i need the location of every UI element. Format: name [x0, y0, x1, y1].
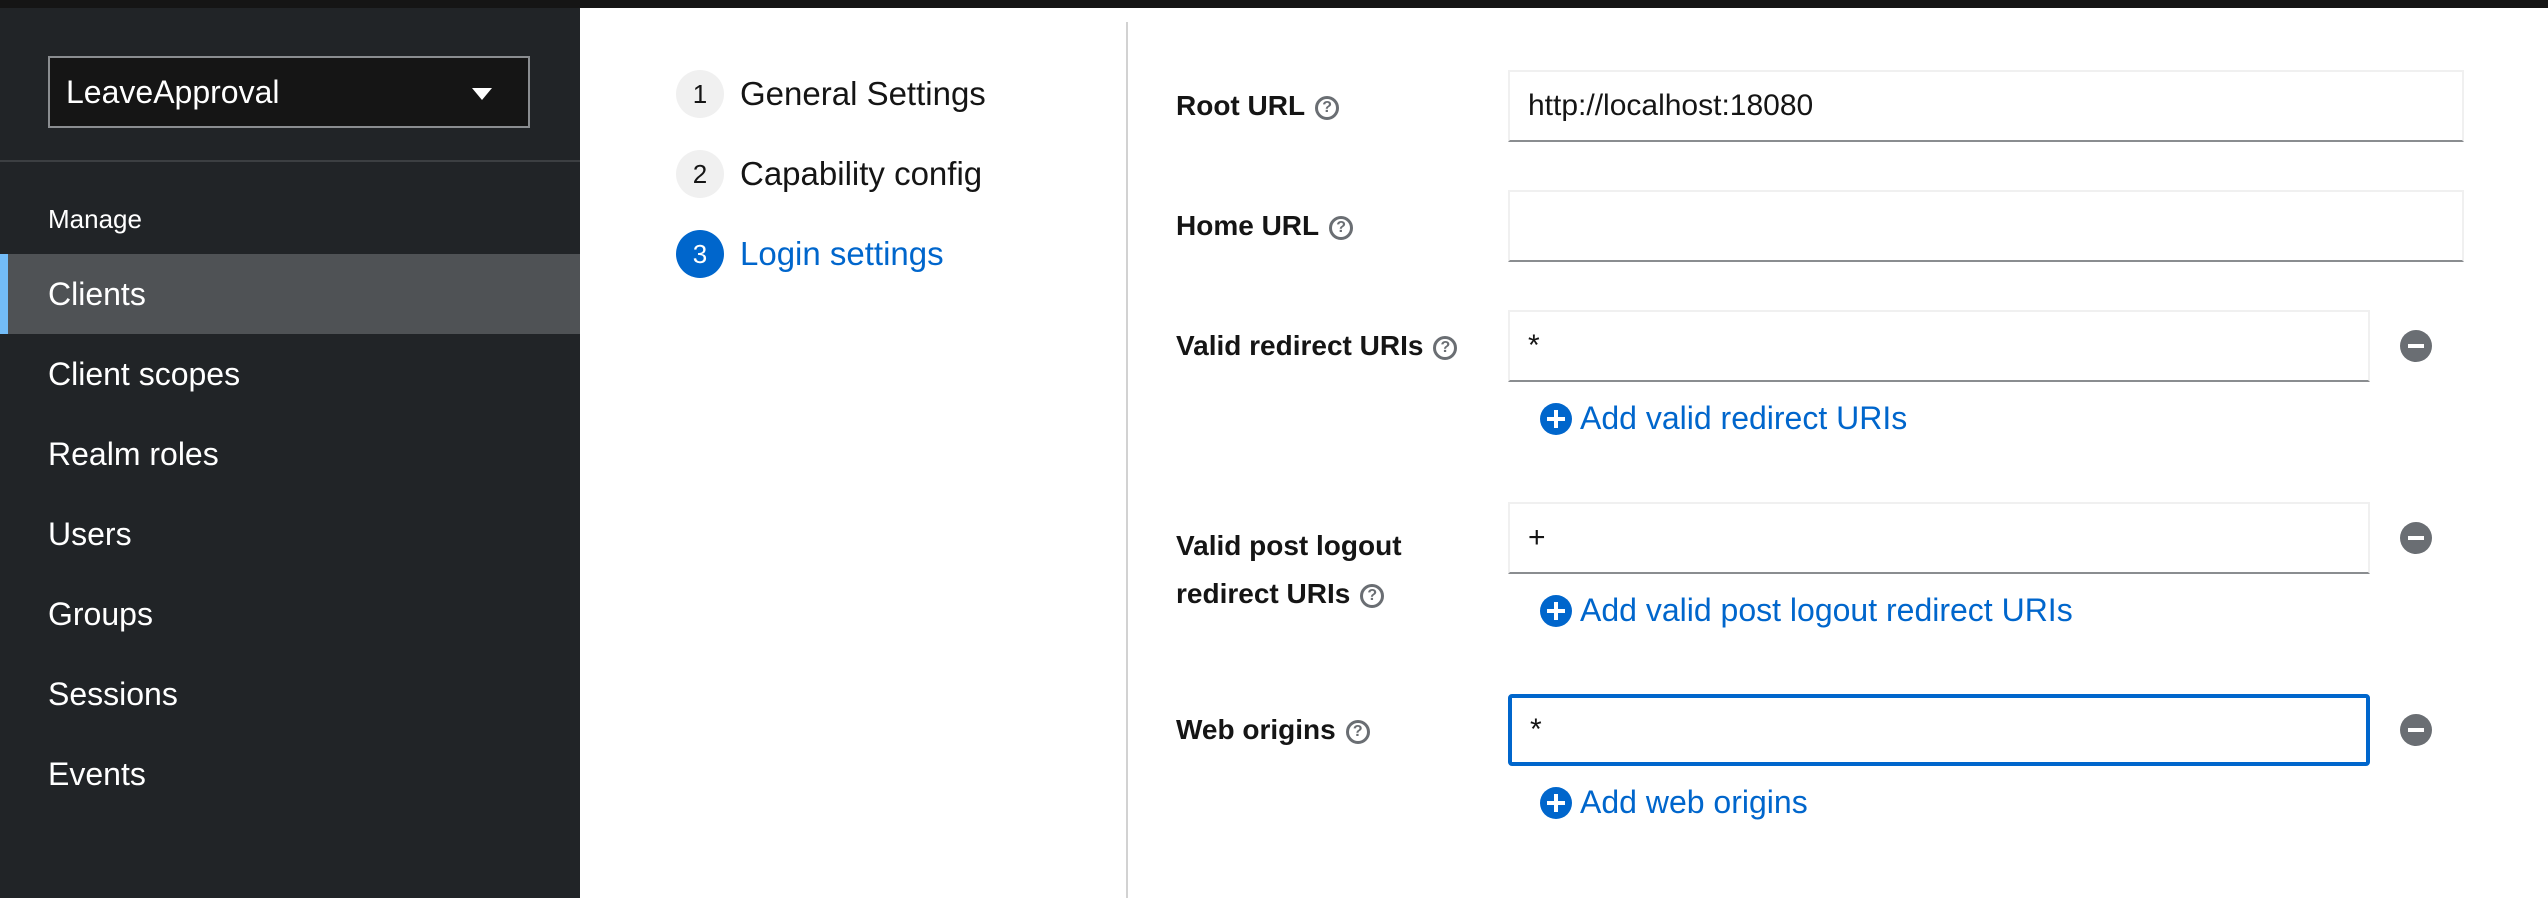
label-line: Valid post logout	[1176, 530, 1402, 561]
valid-post-logout-label: Valid post logout redirect URIs?	[1176, 522, 1402, 618]
valid-redirect-uris-label: Valid redirect URIs?	[1176, 330, 1458, 362]
help-icon[interactable]: ?	[1329, 215, 1354, 240]
help-icon[interactable]: ?	[1315, 95, 1340, 120]
web-origins-input[interactable]: *	[1508, 694, 2370, 766]
add-web-origins-link[interactable]: Add web origins	[1540, 784, 1808, 821]
sidebar-item-label: Realm roles	[48, 435, 219, 472]
web-origins-label-text: Web origins	[1176, 714, 1336, 745]
step-number: 1	[676, 70, 724, 118]
sidebar-item-sessions[interactable]: Sessions	[0, 654, 580, 734]
sidebar-item-groups[interactable]: Groups	[0, 574, 580, 654]
top-bar	[0, 0, 2548, 8]
sidebar-item-client-scopes[interactable]: Client scopes	[0, 334, 580, 414]
minus-circle-icon[interactable]	[2400, 714, 2432, 746]
root-url-label: Root URL?	[1176, 90, 1340, 122]
sidebar-item-label: Sessions	[48, 675, 178, 712]
sidebar-item-clients[interactable]: Clients	[0, 254, 580, 334]
add-link-label: Add web origins	[1580, 784, 1808, 820]
sidebar-item-label: Events	[48, 755, 146, 792]
sidebar: LeaveApproval Manage Clients Client scop…	[0, 8, 580, 898]
root-url-input[interactable]: http://localhost:18080	[1508, 70, 2464, 142]
plus-circle-icon	[1540, 786, 1572, 819]
home-url-label: Home URL?	[1176, 210, 1354, 242]
web-origins-value: *	[1530, 713, 1542, 746]
step-number: 3	[676, 230, 724, 278]
realm-name: LeaveApproval	[66, 73, 280, 110]
sidebar-divider	[0, 160, 580, 162]
label-line: redirect URIs	[1176, 578, 1351, 609]
wizard-divider	[1126, 22, 1128, 898]
sidebar-item-users[interactable]: Users	[0, 494, 580, 574]
help-icon[interactable]: ?	[1360, 583, 1385, 608]
minus-circle-icon[interactable]	[2400, 330, 2432, 362]
step-label: Login settings	[740, 235, 944, 272]
plus-circle-icon	[1540, 594, 1572, 627]
root-url-value: http://localhost:18080	[1528, 89, 1814, 122]
add-link-label: Add valid post logout redirect URIs	[1580, 592, 2073, 628]
wizard-step-login-settings[interactable]: 3 Login settings	[676, 230, 944, 278]
valid-redirect-uris-value: *	[1528, 329, 1540, 362]
sidebar-item-label: Groups	[48, 595, 153, 632]
help-icon[interactable]: ?	[1345, 719, 1370, 744]
home-url-label-text: Home URL	[1176, 210, 1320, 241]
valid-redirect-uris-label-text: Valid redirect URIs	[1176, 330, 1424, 361]
add-valid-post-logout-link[interactable]: Add valid post logout redirect URIs	[1540, 592, 2073, 629]
add-valid-redirect-uris-link[interactable]: Add valid redirect URIs	[1540, 400, 1907, 437]
step-label: Capability config	[740, 155, 983, 192]
nav-section-title: Manage	[48, 204, 142, 234]
plus-circle-icon	[1540, 402, 1572, 435]
valid-redirect-uris-input[interactable]: *	[1508, 310, 2370, 382]
help-icon[interactable]: ?	[1433, 335, 1458, 360]
sidebar-item-realm-roles[interactable]: Realm roles	[0, 414, 580, 494]
sidebar-item-events[interactable]: Events	[0, 734, 580, 814]
root-url-label-text: Root URL	[1176, 90, 1306, 121]
web-origins-label: Web origins?	[1176, 714, 1370, 746]
caret-down-icon	[472, 88, 492, 100]
sidebar-item-label: Client scopes	[48, 355, 241, 392]
realm-selector[interactable]: LeaveApproval	[48, 56, 530, 128]
wizard-step-general-settings[interactable]: 1 General Settings	[676, 70, 986, 118]
sidebar-item-label: Clients	[48, 275, 146, 312]
home-url-input[interactable]	[1508, 190, 2464, 262]
sidebar-item-label: Users	[48, 515, 132, 552]
step-label: General Settings	[740, 75, 986, 112]
wizard-step-capability-config[interactable]: 2 Capability config	[676, 150, 982, 198]
valid-post-logout-value: +	[1528, 521, 1546, 554]
step-number: 2	[676, 150, 724, 198]
minus-circle-icon[interactable]	[2400, 522, 2432, 554]
add-link-label: Add valid redirect URIs	[1580, 400, 1908, 436]
valid-post-logout-input[interactable]: +	[1508, 502, 2370, 574]
